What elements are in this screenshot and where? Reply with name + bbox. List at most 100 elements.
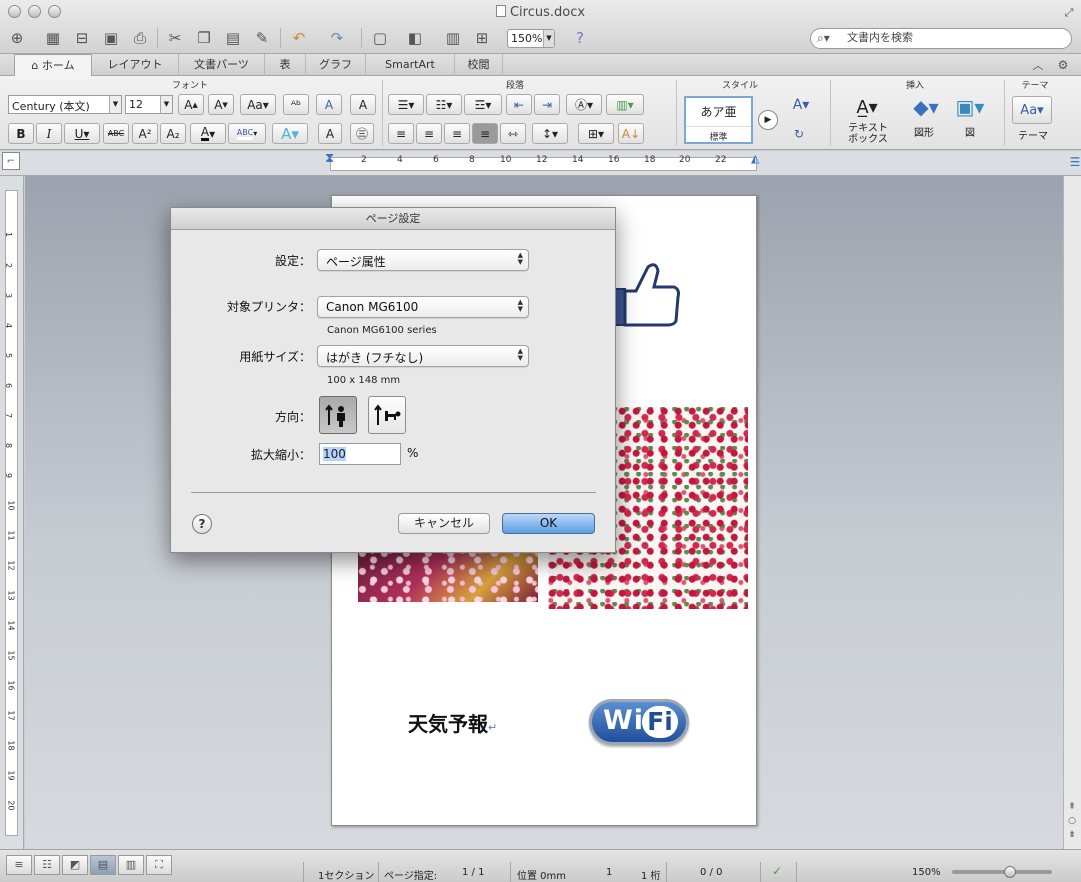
zoom-slider-knob[interactable]	[1004, 866, 1016, 878]
blossom-photo-image[interactable]	[358, 548, 538, 602]
columns-button[interactable]: ▥▾	[606, 94, 644, 115]
paper-size-popup[interactable]: はがき (フチなし) ▲ ▼	[317, 345, 529, 367]
cancel-button[interactable]: キャンセル	[398, 513, 490, 534]
highlight-button[interactable]: ABC ▾	[228, 123, 266, 144]
right-indent-marker[interactable]: ◭	[751, 152, 759, 165]
clear-formatting-button[interactable]: ᴬᵇ	[283, 94, 309, 115]
align-right-button[interactable]: ≡	[444, 123, 470, 144]
multilevel-list-button[interactable]: ☲▾	[464, 94, 502, 115]
settings-popup[interactable]: ページ属性 ▲ ▼	[317, 249, 529, 271]
scale-input[interactable]: 100	[319, 443, 401, 465]
style-gallery-item-normal[interactable]: あア亜 標準	[684, 96, 753, 144]
textbox-icon[interactable]: A̲▾	[846, 94, 888, 120]
weather-heading[interactable]: 天気予報↵	[408, 708, 497, 737]
distributed-button[interactable]: ⇿	[500, 123, 526, 144]
underline-button[interactable]: U▾	[64, 123, 100, 144]
tab-smartart[interactable]: SmartArt	[366, 54, 455, 76]
tab-home[interactable]: ⌂ ホーム	[14, 54, 92, 77]
character-border-button[interactable]: A	[350, 94, 376, 115]
grow-font-button[interactable]: A ▲	[178, 94, 204, 115]
browse-object-icon[interactable]: ○	[1062, 814, 1081, 828]
open-folder-icon[interactable]: ⊟	[71, 27, 93, 49]
help-button[interactable]: ?	[192, 514, 212, 534]
tab-document-elements[interactable]: 文書パーツ	[179, 54, 265, 76]
text-direction-button[interactable]: A↓	[618, 123, 644, 144]
sidebar-icon[interactable]: ◧	[404, 27, 426, 49]
next-page-icon[interactable]: ⇟	[1062, 828, 1081, 842]
search-field[interactable]: ⌕▾	[810, 28, 1072, 49]
font-size-select[interactable]: 12 ▼	[125, 95, 173, 114]
paste-icon[interactable]: ▤	[222, 27, 244, 49]
themes-icon[interactable]: Aa ▾	[1012, 96, 1052, 124]
tab-selector-icon[interactable]: ⌐	[2, 152, 20, 170]
vertical-ruler[interactable]: 1 2 3 4 5 6 7 8 9 10 11 12 13 14 15 16 1…	[0, 176, 24, 849]
align-center-button[interactable]: ≡	[416, 123, 442, 144]
gallery-icon[interactable]: ▦	[42, 27, 64, 49]
media-browser-icon[interactable]: ▥	[442, 27, 464, 49]
help-icon[interactable]: ?	[569, 27, 591, 49]
previous-page-icon[interactable]: ⇞	[1062, 800, 1081, 814]
vertical-scrollbar[interactable]: ⇞ ○ ⇟	[1063, 176, 1081, 849]
italic-button[interactable]: I	[36, 123, 62, 144]
zoom-select[interactable]: 150% ▼	[507, 29, 555, 48]
bold-button[interactable]: B	[8, 123, 34, 144]
print-layout-view-icon[interactable]: ▤	[90, 855, 116, 875]
toolbox-icon[interactable]: ▢	[369, 27, 391, 49]
strikethrough-button[interactable]: ABC	[103, 123, 129, 144]
shrink-font-button[interactable]: A ▼	[208, 94, 234, 115]
collapse-ribbon-icon[interactable]: ︿	[1027, 54, 1049, 76]
text-effects-button[interactable]: A▾	[272, 123, 308, 144]
ruler-toggle-icon[interactable]: ☰	[1064, 151, 1081, 173]
bullets-button[interactable]: ☰▾	[388, 94, 424, 115]
draft-view-icon[interactable]: ≡	[6, 855, 32, 875]
numbering-button[interactable]: ☷▾	[426, 94, 462, 115]
tab-tables[interactable]: 表	[265, 54, 306, 76]
character-shading-button[interactable]: A	[318, 123, 342, 144]
insert-shape-label[interactable]: 図形	[906, 128, 942, 139]
themes-label[interactable]: テーマ	[1010, 131, 1056, 142]
cut-icon[interactable]: ✂	[164, 27, 186, 49]
enclose-characters-button[interactable]: ㊂	[350, 123, 374, 144]
insert-textbox-label[interactable]: テキスト ボックス	[840, 123, 896, 145]
landscape-orientation-button[interactable]	[368, 396, 406, 434]
increase-indent-button[interactable]: ⇥	[534, 94, 560, 115]
tab-review[interactable]: 校閲	[455, 54, 503, 76]
horizontal-ruler[interactable]: ⌐ ⧗ ◭ 2 4 6 8 10 12 14 16 18 20 22 ☰	[0, 151, 1081, 176]
font-color-button[interactable]: A ▾	[190, 123, 226, 144]
superscript-button[interactable]: A²	[132, 123, 158, 144]
spelling-check-icon[interactable]: ✓	[766, 860, 788, 882]
left-indent-marker[interactable]: ⧗	[325, 151, 334, 166]
justify-button[interactable]: ≡	[472, 123, 498, 144]
search-input[interactable]	[847, 31, 1057, 44]
format-painter-icon[interactable]: ✎	[251, 27, 273, 49]
focus-view-icon[interactable]: ⛶	[146, 855, 172, 875]
align-left-button[interactable]: ≡	[388, 123, 414, 144]
redo-icon[interactable]: ↷	[326, 27, 348, 49]
styles-pane-icon[interactable]: A▾	[786, 94, 816, 115]
wifi-logo-image[interactable]: Wi Fi	[589, 699, 689, 745]
shapes-icon[interactable]: ◆▾	[906, 94, 946, 120]
line-spacing-button[interactable]: ↕▾	[532, 123, 568, 144]
decrease-indent-button[interactable]: ⇤	[506, 94, 532, 115]
reading-icon[interactable]: ⊞	[471, 27, 493, 49]
borders-button[interactable]: ⊞▾	[578, 123, 614, 144]
gear-icon[interactable]: ⚙	[1052, 54, 1074, 76]
change-case-button[interactable]: Aa▾	[240, 94, 276, 115]
notebook-view-icon[interactable]: ▥	[118, 855, 144, 875]
sort-button[interactable]: Ⓐ▾	[566, 94, 602, 115]
phonetic-guide-button[interactable]: A	[316, 94, 342, 115]
manage-styles-icon[interactable]: ↻	[786, 123, 812, 144]
new-document-icon[interactable]: ⊕	[6, 27, 28, 49]
tab-layout[interactable]: レイアウト	[92, 54, 179, 76]
print-icon[interactable]: ⎙	[129, 27, 151, 49]
zoom-slider[interactable]	[952, 866, 1052, 878]
ok-button[interactable]: OK	[502, 513, 595, 534]
publishing-view-icon[interactable]: ◩	[62, 855, 88, 875]
subscript-button[interactable]: A₂	[160, 123, 186, 144]
insert-picture-label[interactable]: 図	[952, 128, 988, 139]
copy-icon[interactable]: ❐	[193, 27, 215, 49]
save-icon[interactable]: ▣	[100, 27, 122, 49]
style-gallery-next-icon[interactable]: ▶	[758, 110, 778, 130]
outline-view-icon[interactable]: ☷	[34, 855, 60, 875]
picture-icon[interactable]: ▣▾	[950, 94, 990, 120]
